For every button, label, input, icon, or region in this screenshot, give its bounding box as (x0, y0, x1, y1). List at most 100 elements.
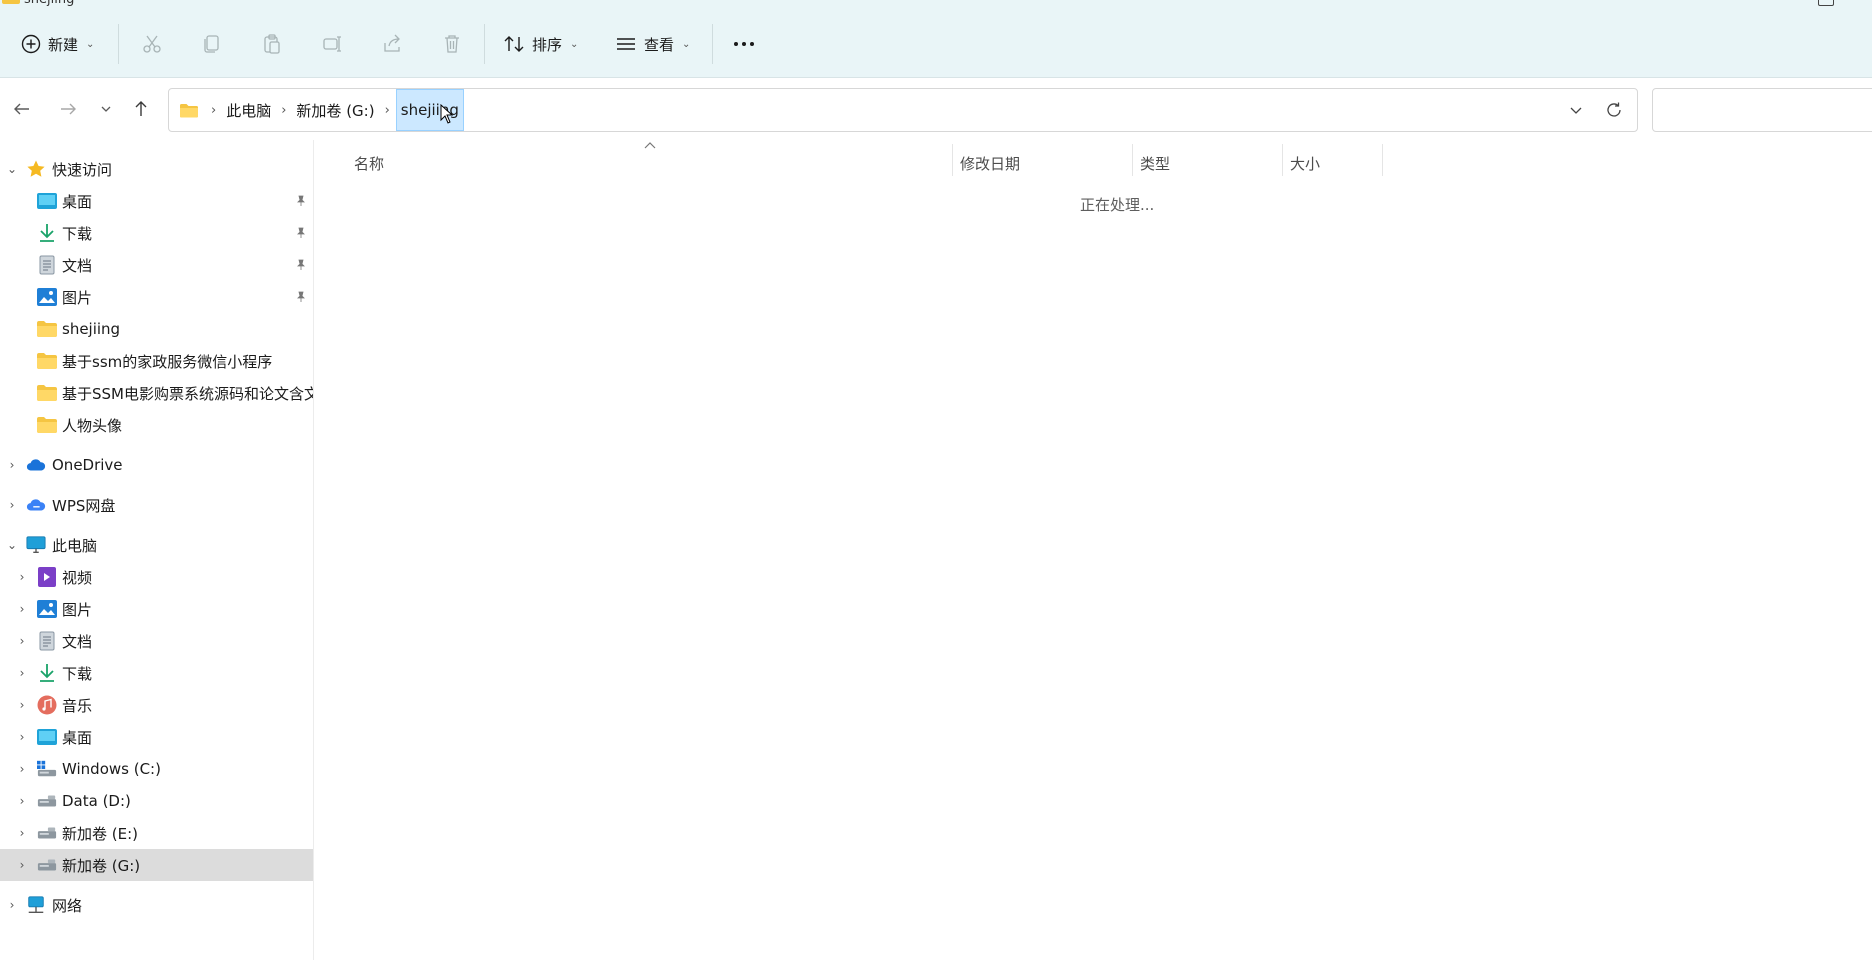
sidebar-item-downloads[interactable]: › 下载 (0, 657, 313, 689)
sidebar-item-drive-d[interactable]: › Data (D:) (0, 785, 313, 817)
chevron-right-icon[interactable]: › (15, 858, 29, 872)
chevron-right-icon[interactable]: › (5, 458, 19, 472)
chevron-down-icon[interactable]: ⌄ (5, 538, 19, 552)
chevron-right-icon[interactable]: › (5, 898, 19, 912)
delete-icon[interactable] (438, 30, 466, 58)
sidebar-item-folder[interactable]: 基于ssm的家政服务微信小程序 (0, 345, 313, 377)
sidebar-item-videos[interactable]: › 视频 (0, 561, 313, 593)
column-header-name[interactable]: 名称 (354, 148, 384, 178)
sort-button[interactable]: 排序 ⌄ (502, 26, 578, 62)
sidebar-item-wps[interactable]: › WPS网盘 (0, 489, 313, 521)
breadcrumb-this-pc[interactable]: 此电脑 (222, 89, 275, 131)
sidebar-label: 下载 (62, 664, 93, 683)
chevron-right-icon[interactable]: › (5, 498, 19, 512)
chevron-right-icon[interactable]: › (15, 634, 29, 648)
sidebar-item-drive-e[interactable]: › 新加卷 (E:) (0, 817, 313, 849)
column-divider[interactable] (1382, 144, 1383, 176)
chevron-right-icon[interactable]: › (15, 762, 29, 776)
pin-icon[interactable] (294, 258, 308, 272)
chevron-right-icon[interactable]: › (15, 570, 29, 584)
pin-icon[interactable] (294, 290, 308, 304)
paste-icon[interactable] (258, 30, 286, 58)
sidebar-item-documents[interactable]: › 文档 (0, 625, 313, 657)
sidebar-item-shejiing[interactable]: shejiing (0, 313, 313, 345)
sidebar-label: WPS网盘 (52, 496, 116, 515)
address-history-dropdown-icon[interactable] (1565, 99, 1587, 121)
navigation-pane: ⌄ 快速访问 桌面 下载 文档 图片 shejiing 基于ssm的家政服务微信… (0, 140, 313, 960)
forward-arrow-icon[interactable] (55, 96, 81, 122)
sidebar-label: 此电脑 (52, 536, 98, 555)
folder-icon (37, 319, 57, 339)
chevron-right-icon[interactable]: › (15, 602, 29, 616)
chevron-right-icon: › (384, 102, 390, 118)
breadcrumb-drive-g[interactable]: 新加卷 (G:) (292, 89, 378, 131)
desktop-icon (37, 191, 57, 211)
sidebar-item-this-pc[interactable]: ⌄ 此电脑 (0, 529, 313, 561)
restore-window-icon[interactable] (1818, 0, 1834, 6)
column-header-type[interactable]: 类型 (1140, 148, 1170, 178)
chevron-right-icon[interactable]: › (15, 794, 29, 808)
sidebar-label: 快速访问 (52, 160, 113, 179)
window-title: shejiing (0, 0, 74, 7)
new-button[interactable]: 新建 ⌄ (20, 26, 94, 62)
chevron-right-icon[interactable]: › (15, 730, 29, 744)
sidebar-label: 桌面 (62, 192, 93, 211)
sidebar-item-onedrive[interactable]: › OneDrive (0, 449, 313, 481)
address-bar[interactable]: › 此电脑 › 新加卷 (G:) › shejiing (168, 88, 1638, 132)
sidebar-item-quick-access[interactable]: ⌄ 快速访问 (0, 153, 313, 185)
sidebar-item-folder[interactable]: 人物头像 (0, 409, 313, 441)
sidebar-label: 基于SSM电影购票系统源码和论文含文 (62, 384, 313, 403)
sidebar-item-network[interactable]: › 网络 (0, 889, 313, 921)
search-input[interactable] (1652, 88, 1872, 132)
sidebar-item-folder[interactable]: 基于SSM电影购票系统源码和论文含文 (0, 377, 313, 409)
chevron-right-icon[interactable]: › (15, 698, 29, 712)
share-icon[interactable] (378, 30, 406, 58)
folder-icon (37, 415, 57, 435)
cut-icon[interactable] (138, 30, 166, 58)
file-list (314, 140, 1872, 960)
sidebar-item-desktop[interactable]: 桌面 (0, 185, 313, 217)
pictures-icon (37, 287, 57, 307)
monitor-icon (26, 535, 46, 555)
sidebar-item-documents[interactable]: 文档 (0, 249, 313, 281)
command-bar: shejiing 新建 ⌄ 排序 ⌄ 查看 ⌄ (0, 0, 1872, 78)
windows-drive-icon (37, 759, 57, 779)
column-divider[interactable] (1132, 144, 1133, 176)
document-icon (37, 255, 57, 275)
column-divider[interactable] (1282, 144, 1283, 176)
sidebar-label: 网络 (52, 896, 83, 915)
folder-icon (37, 383, 57, 403)
up-arrow-icon[interactable] (128, 96, 154, 122)
sidebar-item-pictures[interactable]: › 图片 (0, 593, 313, 625)
pin-icon[interactable] (294, 194, 308, 208)
toolbar-divider (484, 24, 485, 64)
sidebar-label: 下载 (62, 224, 93, 243)
sidebar-item-music[interactable]: › 音乐 (0, 689, 313, 721)
more-icon[interactable] (730, 30, 758, 58)
pin-icon[interactable] (294, 226, 308, 240)
sidebar-item-desktop[interactable]: › 桌面 (0, 721, 313, 753)
chevron-right-icon[interactable]: › (15, 666, 29, 680)
chevron-down-icon: ⌄ (570, 38, 579, 50)
toolbar-divider (118, 24, 119, 64)
wps-cloud-icon (26, 495, 46, 515)
rename-icon[interactable] (318, 30, 346, 58)
sidebar-item-drive-g[interactable]: › 新加卷 (G:) (0, 849, 313, 881)
recent-locations-chevron-icon[interactable] (93, 96, 119, 122)
refresh-icon[interactable] (1603, 99, 1625, 121)
copy-icon[interactable] (198, 30, 226, 58)
sort-icon (504, 36, 524, 52)
column-header-date[interactable]: 修改日期 (960, 148, 1020, 178)
sidebar-item-downloads[interactable]: 下载 (0, 217, 313, 249)
view-button[interactable]: 查看 ⌄ (614, 26, 690, 62)
star-icon (26, 159, 46, 179)
chevron-right-icon[interactable]: › (15, 826, 29, 840)
chevron-down-icon[interactable]: ⌄ (5, 162, 19, 176)
sidebar-item-pictures[interactable]: 图片 (0, 281, 313, 313)
back-arrow-icon[interactable] (9, 96, 35, 122)
sidebar-item-drive-c[interactable]: › Windows (C:) (0, 753, 313, 785)
column-header-size[interactable]: 大小 (1290, 148, 1320, 178)
chevron-down-icon: ⌄ (86, 38, 95, 50)
sidebar-label: 文档 (62, 256, 93, 275)
column-divider[interactable] (952, 144, 953, 176)
